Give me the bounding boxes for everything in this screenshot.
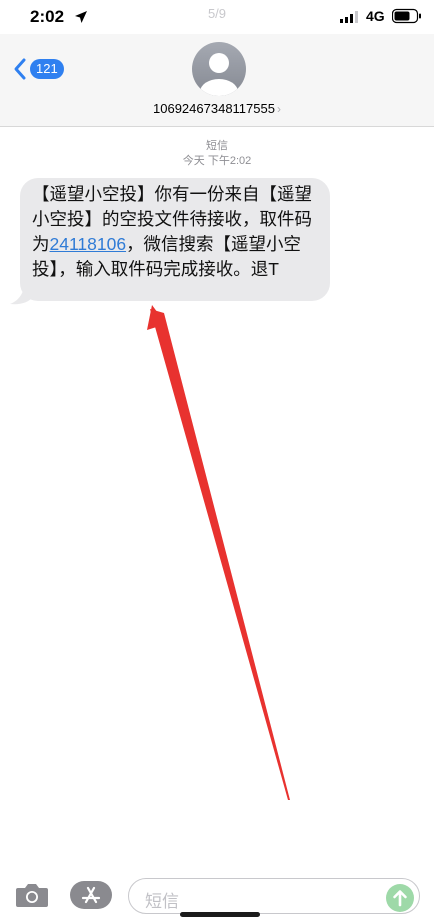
signal-icon — [340, 11, 358, 23]
battery-icon — [392, 8, 421, 24]
service-label: 短信 — [206, 140, 228, 152]
network-type: 4G — [366, 8, 385, 24]
send-arrow-icon[interactable] — [386, 884, 414, 912]
camera-icon[interactable] — [14, 880, 50, 910]
status-bar: 2:02 5/9 4G — [0, 0, 434, 34]
input-placeholder: 短信 — [145, 892, 179, 911]
contact-name[interactable]: 10692467348117555 › — [0, 101, 434, 116]
app-store-button[interactable] — [70, 881, 112, 909]
home-indicator — [180, 912, 260, 917]
contact-number: 10692467348117555 — [153, 101, 275, 116]
pickup-code-link[interactable]: 24118106 — [50, 234, 127, 254]
avatar-icon[interactable] — [192, 42, 246, 96]
back-chevron-icon — [14, 58, 26, 80]
conversation-header: 121 10692467348117555 › — [0, 34, 434, 127]
annotation-arrow — [147, 305, 290, 800]
message-timestamp: 短信 今天 下午2:02 — [0, 139, 434, 169]
chevron-right-icon: › — [276, 102, 281, 116]
message-input[interactable]: 短信 — [128, 878, 420, 914]
message-text: 【遥望小空投】你有一份来自【遥望小空投】的空投文件待接收，取件码为2411810… — [32, 182, 328, 282]
app-store-icon — [81, 886, 101, 904]
unread-count-badge: 121 — [30, 59, 64, 79]
back-button[interactable]: 121 — [12, 56, 64, 82]
timestamp-text: 今天 下午2:02 — [182, 155, 252, 167]
bubble-tail — [10, 284, 34, 305]
